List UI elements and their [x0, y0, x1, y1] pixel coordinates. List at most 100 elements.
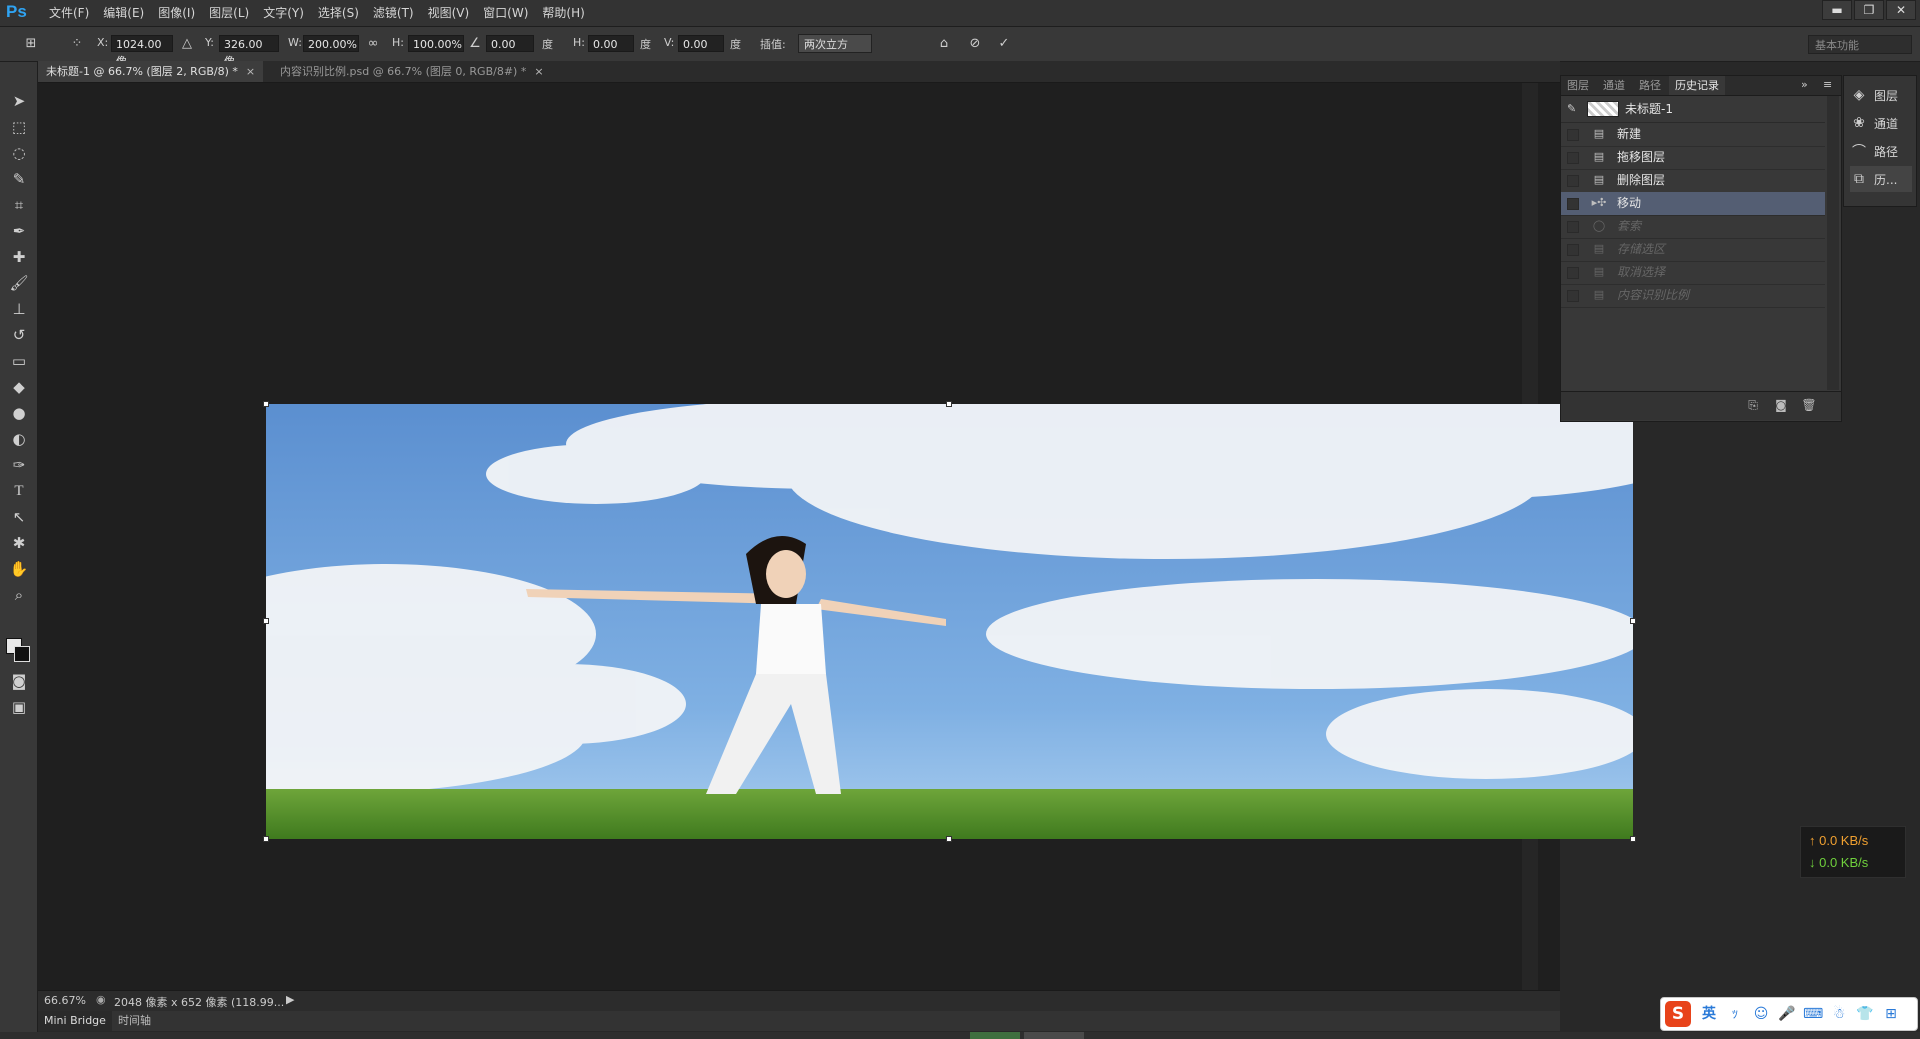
- h-field[interactable]: 100.00%: [408, 35, 464, 52]
- workspace-select[interactable]: 基本功能: [1808, 35, 1912, 54]
- history-brush-source[interactable]: [1567, 152, 1579, 164]
- cancel-transform-icon[interactable]: ⊘: [966, 35, 984, 53]
- history-brush-source[interactable]: [1567, 198, 1579, 210]
- history-step[interactable]: ▤ 删除图层: [1561, 169, 1825, 193]
- transform-handle[interactable]: [1630, 618, 1636, 624]
- canvas-area[interactable]: [38, 83, 1636, 990]
- reference-point-icon[interactable]: ⁘: [68, 35, 86, 53]
- vskew-field[interactable]: 0.00: [678, 35, 724, 52]
- stamp-tool-icon[interactable]: ⊥: [6, 298, 32, 320]
- transform-handle[interactable]: [263, 618, 269, 624]
- history-brush-source[interactable]: [1567, 267, 1579, 279]
- quick-select-tool-icon[interactable]: ✎: [6, 168, 32, 190]
- tab-close-icon[interactable]: ×: [246, 65, 255, 78]
- transform-handle[interactable]: [263, 401, 269, 407]
- document-image[interactable]: [266, 404, 1633, 839]
- history-brush-source[interactable]: [1567, 129, 1579, 141]
- new-snapshot-icon[interactable]: ◙: [1773, 398, 1789, 414]
- panel-collapse-icon[interactable]: »: [1801, 78, 1815, 91]
- tab-timeline[interactable]: 时间轴: [112, 1011, 157, 1031]
- transform-handle[interactable]: [946, 401, 952, 407]
- delta-icon[interactable]: △: [178, 35, 196, 53]
- status-menu-icon[interactable]: ▶: [286, 993, 294, 1006]
- healing-tool-icon[interactable]: ✚: [6, 246, 32, 268]
- taskbar-item[interactable]: [1024, 1032, 1084, 1039]
- warp-icon[interactable]: ⌂: [935, 35, 953, 53]
- history-brush-tool-icon[interactable]: ↺: [6, 324, 32, 346]
- zoom-tool-icon[interactable]: ⌕: [6, 584, 32, 606]
- menu-select[interactable]: 选择(S): [311, 0, 366, 26]
- transform-handle[interactable]: [1630, 836, 1636, 842]
- new-document-from-state-icon[interactable]: ⎘: [1745, 398, 1761, 414]
- emoji-icon[interactable]: ☺: [1751, 1004, 1771, 1024]
- angle-field[interactable]: 0.00: [486, 35, 534, 52]
- transform-handle[interactable]: [946, 836, 952, 842]
- tab-paths[interactable]: 路径: [1633, 76, 1667, 95]
- tab-close-icon[interactable]: ×: [534, 65, 543, 78]
- restore-button[interactable]: ❐: [1854, 0, 1884, 20]
- zoom-level[interactable]: 66.67%: [44, 994, 86, 1007]
- history-step[interactable]: ▤ 新建: [1561, 123, 1825, 147]
- blur-tool-icon[interactable]: ●: [6, 402, 32, 424]
- ime-language[interactable]: 英: [1699, 1004, 1719, 1024]
- history-snapshot[interactable]: ✎ 未标题-1: [1561, 96, 1825, 123]
- link-icon[interactable]: ∞: [364, 35, 382, 53]
- brush-tool-icon[interactable]: 🖌: [6, 272, 32, 294]
- quick-mask-icon[interactable]: ◙: [6, 670, 32, 692]
- skin-icon[interactable]: 👕: [1855, 1004, 1875, 1024]
- hand-tool-icon[interactable]: ✋: [6, 558, 32, 580]
- panel-menu-icon[interactable]: ≡: [1823, 78, 1837, 91]
- sogou-logo[interactable]: S: [1665, 1001, 1691, 1027]
- menu-type[interactable]: 文字(Y): [256, 0, 311, 26]
- panel-scrollbar[interactable]: [1827, 96, 1839, 390]
- background-color-swatch[interactable]: [14, 646, 30, 662]
- transform-handle[interactable]: [263, 836, 269, 842]
- history-brush-source[interactable]: [1567, 290, 1579, 302]
- y-field[interactable]: 326.00 像: [219, 35, 279, 68]
- menu-filter[interactable]: 滤镜(T): [366, 0, 421, 26]
- menu-file[interactable]: 文件(F): [42, 0, 96, 26]
- x-field[interactable]: 1024.00 像: [111, 35, 173, 68]
- dock-history[interactable]: ⧉ 历...: [1850, 166, 1912, 192]
- history-step[interactable]: ▤ 内容识别比例: [1561, 284, 1825, 308]
- keyboard-icon[interactable]: ⌨: [1803, 1004, 1823, 1024]
- pen-tool-icon[interactable]: ✑: [6, 454, 32, 476]
- menu-view[interactable]: 视图(V): [421, 0, 477, 26]
- lasso-tool-icon[interactable]: ◌: [6, 142, 32, 164]
- minimize-button[interactable]: ▬: [1822, 0, 1852, 20]
- dock-channels[interactable]: ❀ 通道: [1850, 110, 1912, 136]
- tab-history[interactable]: 历史记录: [1669, 76, 1725, 95]
- move-tool-icon[interactable]: ➤: [6, 90, 32, 112]
- interpolation-select[interactable]: 两次立方: [798, 34, 872, 53]
- history-step[interactable]: ◯ 套索: [1561, 215, 1825, 239]
- eraser-tool-icon[interactable]: ▭: [6, 350, 32, 372]
- trash-icon[interactable]: 🗑: [1801, 398, 1817, 414]
- history-brush-source[interactable]: [1567, 221, 1579, 233]
- crop-tool-icon[interactable]: ⌗: [6, 194, 32, 216]
- shape-tool-icon[interactable]: ✱: [6, 532, 32, 554]
- user-icon[interactable]: ☃: [1829, 1004, 1849, 1024]
- tab-untitled[interactable]: 未标题-1 @ 66.7% (图层 2, RGB/8) * ×: [38, 61, 264, 82]
- w-field[interactable]: 200.00%: [303, 35, 359, 52]
- history-brush-source[interactable]: [1567, 244, 1579, 256]
- menu-layer[interactable]: 图层(L): [202, 0, 256, 26]
- screen-mode-icon[interactable]: ▣: [6, 696, 32, 718]
- history-step-selected[interactable]: ▸✣ 移动: [1561, 192, 1825, 216]
- paint-bucket-tool-icon[interactable]: ◆: [6, 376, 32, 398]
- history-brush-source[interactable]: [1567, 175, 1579, 187]
- tab-channels[interactable]: 通道: [1597, 76, 1631, 95]
- commit-transform-icon[interactable]: ✓: [995, 35, 1013, 53]
- history-step[interactable]: ▤ 取消选择: [1561, 261, 1825, 285]
- tab-content-aware[interactable]: 内容识别比例.psd @ 66.7% (图层 0, RGB/8#) * ×: [272, 61, 552, 82]
- menu-edit[interactable]: 编辑(E): [96, 0, 151, 26]
- tab-layers[interactable]: 图层: [1561, 76, 1595, 95]
- menu-image[interactable]: 图像(I): [151, 0, 202, 26]
- microphone-icon[interactable]: 🎤: [1777, 1004, 1797, 1024]
- marquee-tool-icon[interactable]: ⬚: [6, 116, 32, 138]
- dock-paths[interactable]: ⌒ 路径: [1850, 138, 1912, 164]
- type-tool-icon[interactable]: T: [6, 480, 32, 502]
- dock-layers[interactable]: ◈ 图层: [1850, 82, 1912, 108]
- dodge-tool-icon[interactable]: ◐: [6, 428, 32, 450]
- toolbox-icon[interactable]: ⊞: [1881, 1004, 1901, 1024]
- menu-help[interactable]: 帮助(H): [535, 0, 591, 26]
